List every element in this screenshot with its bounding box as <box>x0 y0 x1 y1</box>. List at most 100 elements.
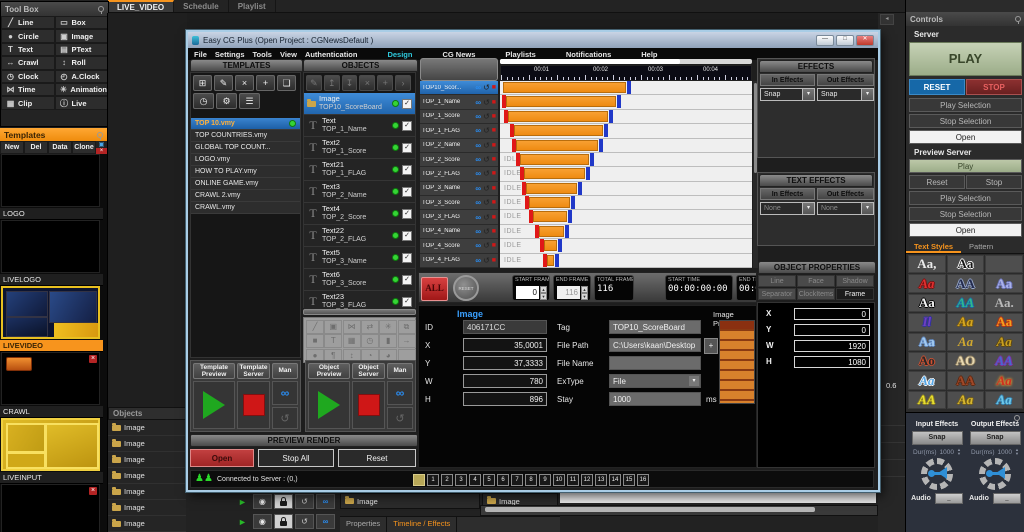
window-titlebar[interactable]: Easy CG Plus (Open Project : CGNewsDefau… <box>188 32 878 48</box>
tool-image[interactable]: ▣Image <box>55 29 109 42</box>
page-button[interactable]: 11 <box>567 474 579 486</box>
infinity-icon[interactable]: ∞ <box>475 198 481 207</box>
track-header[interactable]: TOP_1_Name∞↺■ <box>420 95 498 109</box>
infinity-icon[interactable]: ∞ <box>475 169 481 178</box>
tool-animation[interactable]: ✳Animation <box>55 83 109 96</box>
track-lane[interactable]: IDLE <box>500 239 752 253</box>
page-indicator[interactable] <box>413 474 425 486</box>
background-object-row[interactable]: Image <box>108 436 187 452</box>
background-object-row[interactable]: Image <box>108 500 187 516</box>
visibility-checkbox[interactable]: ✓ <box>402 231 412 241</box>
h-input[interactable]: 896 <box>463 392 547 406</box>
visibility-checkbox[interactable]: ✓ <box>402 165 412 175</box>
preview-stop-button[interactable]: Stop <box>966 175 1022 189</box>
page-button[interactable]: 8 <box>525 474 537 486</box>
out-marker[interactable] <box>578 182 582 195</box>
stop-icon[interactable]: ■ <box>492 156 496 163</box>
preview-play-selection-button[interactable]: Play Selection <box>909 191 1022 205</box>
duplicate-icon[interactable]: ❏ <box>277 75 296 91</box>
track-header[interactable]: TOP_3_Score∞↺■ <box>420 196 498 210</box>
rename-icon[interactable]: ✎ <box>306 75 322 91</box>
op-tab-clockitems[interactable]: ClockItems <box>797 288 835 300</box>
tab-properties[interactable]: Properties <box>340 517 387 532</box>
loop-icon[interactable]: ↺ <box>483 184 490 193</box>
page-button[interactable]: 5 <box>483 474 495 486</box>
out-marker[interactable] <box>558 239 562 252</box>
stop-icon[interactable]: ■ <box>492 257 496 264</box>
infinity-icon[interactable]: ∞ <box>316 514 335 529</box>
object-item[interactable]: TText4TOP_2_Score✓ <box>304 203 415 225</box>
server-reset-button[interactable]: RESET <box>909 79 965 95</box>
preview-stop-selection-button[interactable]: Stop Selection <box>909 207 1022 221</box>
timeline-bar[interactable] <box>524 168 585 179</box>
end-frame-input[interactable]: 116 <box>557 286 580 299</box>
object-item[interactable]: TTextTOP_1_Name✓ <box>304 115 415 137</box>
loop-icon[interactable]: ↺ <box>483 169 490 178</box>
visibility-checkbox[interactable]: ✓ <box>402 121 412 131</box>
menu-tools[interactable]: Tools <box>253 50 272 59</box>
manual-infinity-pad[interactable]: ∞ <box>387 381 413 405</box>
objects-scrollbox[interactable] <box>303 309 416 315</box>
maximize-button[interactable]: □ <box>836 35 854 46</box>
loop-icon[interactable]: ↺ <box>483 213 490 222</box>
infinity-icon[interactable]: ∞ <box>475 241 481 250</box>
object-item[interactable]: TText6TOP_3_Score✓ <box>304 269 415 291</box>
loop-icon[interactable]: ↺ <box>483 198 490 207</box>
background-object-row[interactable]: Image <box>108 468 187 484</box>
track-header[interactable]: TOP_3_FLAG∞↺■ <box>420 210 498 224</box>
page-button[interactable]: 7 <box>511 474 523 486</box>
page-button[interactable]: 15 <box>623 474 635 486</box>
track-header[interactable]: TOP10_Scor...∞↺■ <box>420 81 498 95</box>
background-object-row[interactable]: Image <box>108 420 187 436</box>
end-frame-spinner[interactable]: ▲▼ <box>581 286 588 299</box>
infinity-icon[interactable]: ∞ <box>475 256 481 265</box>
effect-dial[interactable] <box>921 458 953 490</box>
text-style-tile[interactable]: Aa, <box>908 255 946 273</box>
page-button[interactable]: 2 <box>441 474 453 486</box>
timeline-bar[interactable] <box>529 197 570 208</box>
gear-icon[interactable]: ⚙ <box>216 93 237 109</box>
out-marker[interactable] <box>599 139 603 152</box>
track-header[interactable]: TOP_1_FLAG∞↺■ <box>420 124 498 138</box>
track-lane[interactable] <box>500 81 752 95</box>
tool-crawl[interactable]: ↔Crawl <box>1 56 55 69</box>
out-marker[interactable] <box>565 225 569 238</box>
op-x-input[interactable]: 0 <box>794 308 870 320</box>
visibility-checkbox[interactable]: ✓ <box>402 143 412 153</box>
effect-dial[interactable] <box>979 458 1011 490</box>
page-button[interactable]: 6 <box>497 474 509 486</box>
object-item[interactable]: TText22TOP_2_FLAG✓ <box>304 225 415 247</box>
close-red-icon[interactable]: × <box>89 355 97 363</box>
open-button[interactable]: Open <box>190 449 254 467</box>
infinity-icon[interactable]: ∞ <box>475 112 481 121</box>
out-marker[interactable] <box>555 254 559 267</box>
infinity-icon[interactable]: ∞ <box>475 126 481 135</box>
visibility-checkbox[interactable]: ✓ <box>402 275 412 285</box>
stop-icon[interactable]: ■ <box>492 113 496 120</box>
op-y-input[interactable]: 0 <box>794 324 870 336</box>
page-button[interactable]: 14 <box>609 474 621 486</box>
preview-open-button[interactable]: Open <box>909 223 1022 237</box>
tool-line[interactable]: ╱Line <box>1 16 55 29</box>
menu-authentication[interactable]: Authentication <box>305 50 358 59</box>
spinner-icon[interactable]: ▲ ▼ <box>1015 448 1019 456</box>
background-hscrollbar[interactable] <box>480 505 878 516</box>
scroll-left-icon[interactable]: ◂ <box>880 14 894 25</box>
text-style-tile[interactable]: Aa. <box>985 294 1023 312</box>
out-effects-select[interactable]: Snap▾ <box>817 88 874 101</box>
track-header[interactable]: TOP_4_Score∞↺■ <box>420 239 498 253</box>
start-frame-spinner[interactable]: ▲▼ <box>540 286 547 299</box>
text-style-tile[interactable]: Aa <box>947 255 985 273</box>
spinner-icon[interactable]: ▲ ▼ <box>957 448 961 456</box>
server-play-button[interactable]: PLAY <box>909 42 1022 76</box>
page-button[interactable]: 4 <box>469 474 481 486</box>
track-header[interactable]: TOP_2_Score∞↺■ <box>420 153 498 167</box>
infinity-icon[interactable]: ∞ <box>475 227 481 236</box>
stop-icon[interactable]: ■ <box>492 214 496 221</box>
op-w-input[interactable]: 1920 <box>794 340 870 352</box>
timeline-bar[interactable] <box>516 140 598 151</box>
background-image-row[interactable]: Image <box>340 493 480 509</box>
template-item[interactable]: CRAWL 2.vmy <box>191 190 300 202</box>
add-icon[interactable]: + <box>377 75 393 91</box>
op-h-input[interactable]: 1080 <box>794 356 870 368</box>
